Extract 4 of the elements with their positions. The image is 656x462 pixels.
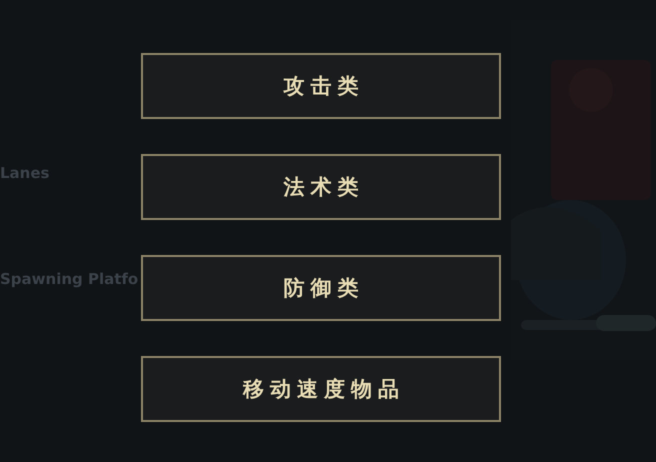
category-button[interactable]: 移动速度物品: [141, 356, 501, 422]
category-button[interactable]: 攻击类: [141, 53, 501, 119]
category-button[interactable]: 法术类: [141, 154, 501, 220]
category-button[interactable]: 防御类: [141, 255, 501, 321]
